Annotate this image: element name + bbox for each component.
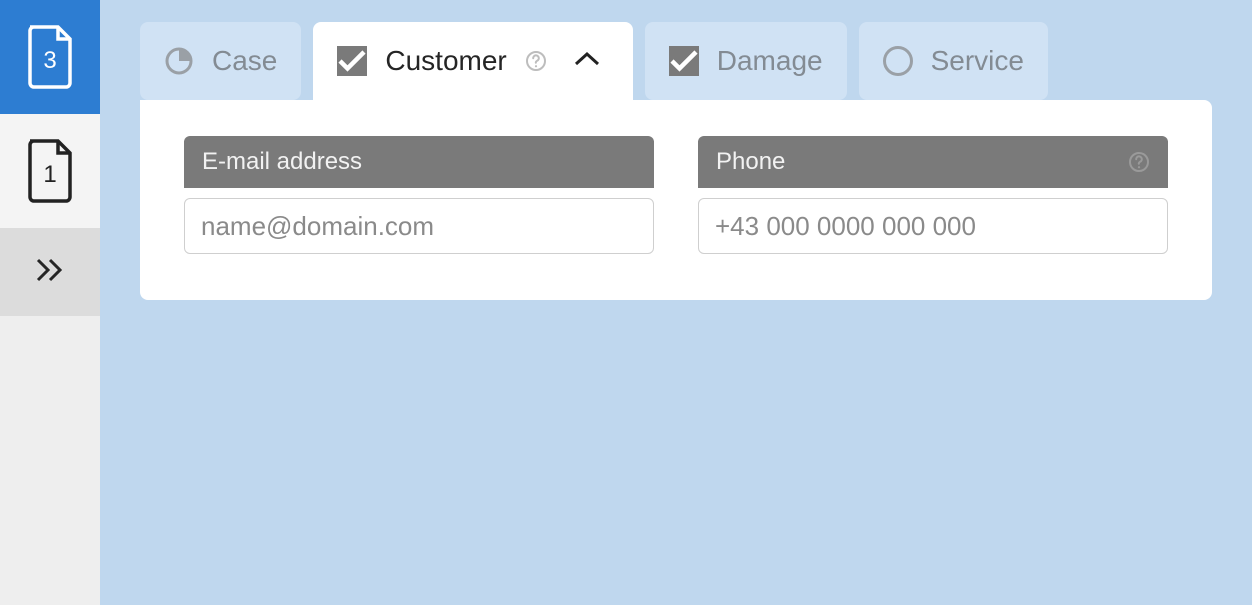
page-badge: 1 <box>24 139 76 203</box>
tab-service[interactable]: Service <box>859 22 1048 100</box>
chevron-up-icon <box>573 50 601 73</box>
phone-label: Phone <box>698 136 1168 188</box>
tab-label: Damage <box>717 45 823 77</box>
help-icon[interactable] <box>525 50 547 72</box>
page-badge: 3 <box>24 25 76 89</box>
sidebar-page-2[interactable]: 1 <box>0 114 100 228</box>
empty-status-icon <box>883 46 913 76</box>
email-label: E-mail address <box>184 136 654 188</box>
checked-icon <box>337 46 367 76</box>
customer-panel: E-mail address Phone <box>140 100 1212 300</box>
tab-label: Case <box>212 45 277 77</box>
sidebar: 3 1 <box>0 0 100 605</box>
sidebar-expand-button[interactable] <box>0 228 100 316</box>
chevrons-right-icon <box>34 256 66 289</box>
file-icon: 1 <box>24 139 76 203</box>
tab-label: Service <box>931 45 1024 77</box>
tabs: Case Customer Damage <box>140 22 1212 100</box>
phone-input[interactable] <box>698 198 1168 254</box>
tab-customer[interactable]: Customer <box>313 22 632 100</box>
main-area: Case Customer Damage <box>100 0 1252 605</box>
email-input[interactable] <box>184 198 654 254</box>
sidebar-spacer <box>0 316 100 605</box>
checked-icon <box>669 46 699 76</box>
field-label-text: Phone <box>716 148 785 176</box>
email-field-group: E-mail address <box>184 136 654 254</box>
tab-case[interactable]: Case <box>140 22 301 100</box>
help-icon[interactable] <box>1128 151 1150 173</box>
phone-field-group: Phone <box>698 136 1168 254</box>
field-label-text: E-mail address <box>202 148 362 176</box>
partial-progress-icon <box>164 46 194 76</box>
tab-damage[interactable]: Damage <box>645 22 847 100</box>
tab-label: Customer <box>385 45 506 77</box>
file-icon: 3 <box>24 25 76 89</box>
sidebar-page-1[interactable]: 3 <box>0 0 100 114</box>
